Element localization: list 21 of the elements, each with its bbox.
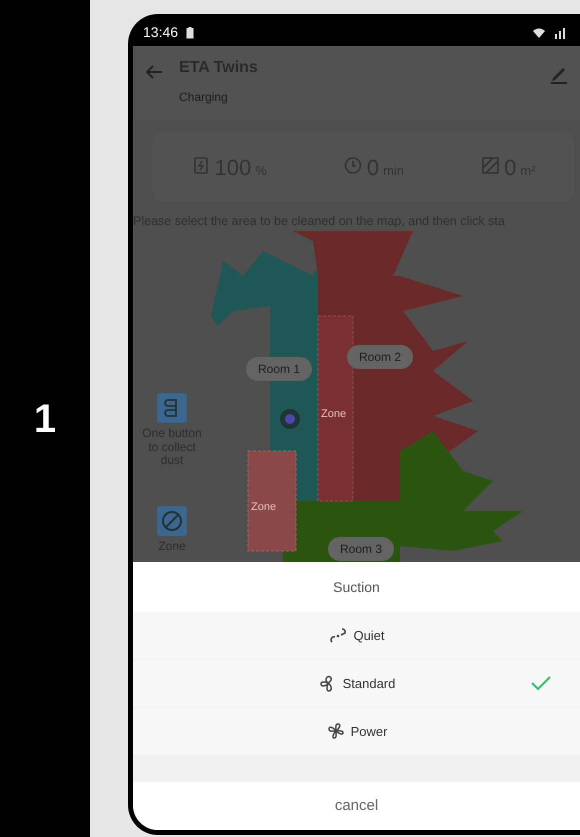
back-icon[interactable] bbox=[145, 64, 163, 80]
status-time: 13:46 bbox=[143, 23, 178, 42]
signal-icon bbox=[554, 26, 566, 38]
sheet-title: Suction bbox=[332, 578, 381, 596]
battery-icon bbox=[186, 26, 194, 38]
suction-option[interactable]: Quiet bbox=[133, 612, 580, 660]
battery-icon bbox=[192, 156, 211, 174]
zone-label: Zone bbox=[321, 406, 346, 422]
area-icon bbox=[481, 156, 500, 174]
zone-label: Zone bbox=[251, 500, 276, 515]
dust-collect-icon bbox=[157, 392, 187, 423]
suction-option[interactable]: Power bbox=[133, 708, 580, 756]
suction-option[interactable]: Standard bbox=[133, 660, 580, 708]
wifi-icon bbox=[532, 26, 546, 38]
stat-unit: % bbox=[255, 162, 267, 180]
room-label[interactable]: Room 1 bbox=[246, 356, 312, 381]
no-entry-icon bbox=[157, 506, 187, 536]
clock-icon bbox=[344, 156, 363, 174]
room-label[interactable]: Room 3 bbox=[328, 536, 394, 561]
step-number: 1 bbox=[34, 396, 56, 442]
room-label[interactable]: Room 2 bbox=[347, 344, 414, 369]
